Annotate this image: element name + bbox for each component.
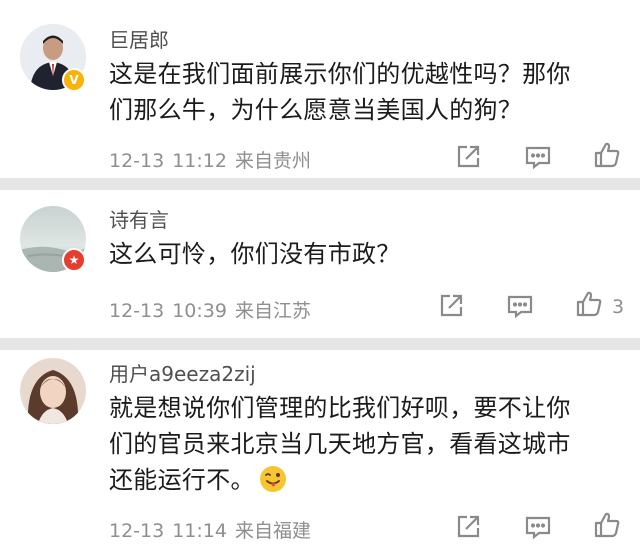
comment-time: 11:14 xyxy=(172,520,227,542)
comment-item-3: 用户a9eeza2zij 就是想说你们管理的比我们好呗，要不让你 们的官员来北京… xyxy=(0,350,640,554)
share-icon xyxy=(457,145,480,168)
comment-icon xyxy=(507,295,533,319)
like-count: 3 xyxy=(612,296,625,318)
verified-badge-icon: V xyxy=(62,68,86,92)
avatar[interactable] xyxy=(20,358,86,424)
tongue-wink-emoji xyxy=(259,466,286,492)
comment-text-line: 这么可怜，你们没有市政？ xyxy=(109,240,401,268)
comment-text-line: 这是在我们面前展示你们的优越性吗？那你 xyxy=(109,60,571,88)
comment-meta: 12-13 10:39 来自江苏 xyxy=(109,296,311,323)
comment-divider xyxy=(0,178,640,190)
thumbs-up-icon xyxy=(594,142,620,168)
thumbs-up-icon xyxy=(594,512,620,538)
comment-text-line: 还能运行不。 xyxy=(109,462,629,498)
username[interactable]: 用户a9eeza2zij xyxy=(109,358,256,387)
comment-divider xyxy=(0,338,640,350)
comment-date: 12-13 xyxy=(109,150,165,172)
like-button[interactable] xyxy=(572,287,606,321)
share-button[interactable] xyxy=(451,140,485,174)
comment-text: 就是想说你们管理的比我们好呗，要不让你 们的官员来北京当几天地方官，看看这城市 … xyxy=(109,390,629,498)
reply-button[interactable] xyxy=(503,289,537,323)
comment-item-2: ★ 诗有言 这么可怜，你们没有市政？ 12-13 10:39 来自江苏 3 xyxy=(0,190,640,338)
reply-button[interactable] xyxy=(521,140,555,174)
star-badge-icon: ★ xyxy=(62,248,86,272)
comment-text-line: 就是想说你们管理的比我们好呗，要不让你 xyxy=(109,394,571,422)
comment-meta: 12-13 11:14 来自福建 xyxy=(109,516,311,543)
comment-date: 12-13 xyxy=(109,520,165,542)
share-button[interactable] xyxy=(434,289,468,323)
thumbs-up-icon xyxy=(576,291,602,317)
share-button[interactable] xyxy=(451,510,485,544)
comment-text-segment: 还能运行不。 xyxy=(109,466,255,494)
comment-text: 这么可怜，你们没有市政？ xyxy=(109,236,629,272)
comment-date: 12-13 xyxy=(109,300,165,322)
comment-text-line: 们那么牛，为什么愿意当美国人的狗？ xyxy=(109,96,523,124)
comment-icon xyxy=(525,146,551,170)
username[interactable]: 诗有言 xyxy=(109,204,169,233)
comment-item-1: V 巨居郎 这是在我们面前展示你们的优越性吗？那你 们那么牛，为什么愿意当美国人… xyxy=(0,0,640,178)
comment-time: 10:39 xyxy=(172,300,227,322)
comment-text: 这是在我们面前展示你们的优越性吗？那你 们那么牛，为什么愿意当美国人的狗？ xyxy=(109,56,629,128)
comment-location: 来自福建 xyxy=(234,520,311,542)
reply-button[interactable] xyxy=(521,510,555,544)
comment-text-line: 们的官员来北京当几天地方官，看看这城市 xyxy=(109,430,571,458)
username[interactable]: 巨居郎 xyxy=(109,24,169,53)
comment-time: 11:12 xyxy=(172,150,227,172)
like-button[interactable] xyxy=(590,508,624,542)
comment-meta: 12-13 11:12 来自贵州 xyxy=(109,146,311,173)
comment-location: 来自江苏 xyxy=(234,300,311,322)
comment-location: 来自贵州 xyxy=(234,150,311,172)
comment-icon xyxy=(525,516,551,540)
like-button[interactable] xyxy=(590,138,624,172)
share-icon xyxy=(457,515,480,538)
share-icon xyxy=(440,294,463,317)
